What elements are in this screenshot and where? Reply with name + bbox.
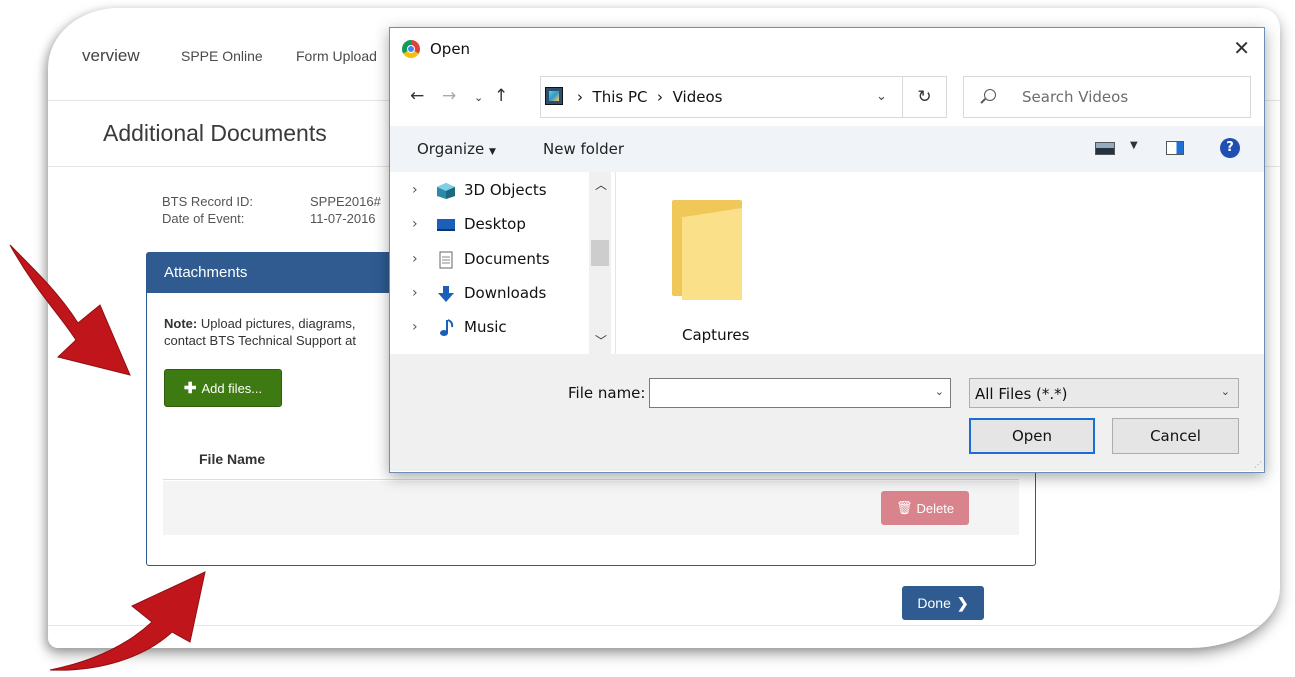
refresh-button[interactable]: ↻: [903, 76, 947, 118]
3d-objects-icon: [437, 183, 455, 199]
folder-front: [682, 208, 742, 300]
back-arrow-icon[interactable]: ←: [410, 86, 424, 106]
chevron-down-icon[interactable]: ⌄: [935, 385, 944, 398]
refresh-icon: ↻: [917, 87, 932, 107]
videos-folder-icon: [545, 87, 563, 105]
chevron-right-icon: ›: [577, 88, 583, 106]
add-files-label: Add files...: [201, 380, 263, 396]
dialog-footer: File name: ⌄ All Files (*.*) ⌄ Open Canc…: [390, 354, 1264, 471]
file-name-input[interactable]: ⌄: [649, 378, 951, 408]
organize-menu[interactable]: Organize ▼: [417, 140, 496, 158]
folder-icon[interactable]: [668, 198, 744, 308]
chrome-icon: [402, 40, 420, 58]
cancel-button[interactable]: Cancel: [1112, 418, 1239, 454]
tree-item-desktop[interactable]: › Desktop: [412, 212, 612, 240]
documents-icon: [439, 251, 453, 269]
divider: [615, 172, 616, 354]
folder-label[interactable]: Captures: [682, 326, 749, 344]
note-line2: contact BTS Technical Support at: [164, 333, 356, 348]
address-path: › This PC › Videos: [577, 88, 722, 106]
chevron-right-icon[interactable]: ›: [412, 319, 418, 335]
date-value: 11-07-2016: [310, 211, 376, 226]
red-arrow-lower-icon: [49, 571, 206, 671]
breadcrumb-this-pc[interactable]: This PC: [593, 88, 648, 106]
chevron-down-icon[interactable]: ﹀: [595, 332, 607, 349]
page-title: Additional Documents: [103, 120, 327, 146]
dialog-title: Open: [430, 40, 471, 58]
address-bar[interactable]: › This PC › Videos ⌄: [540, 76, 903, 118]
tree-item-downloads[interactable]: › Downloads: [412, 281, 612, 309]
date-label: Date of Event:: [162, 211, 245, 226]
search-icon: [984, 89, 996, 101]
tree-item-documents[interactable]: › Documents: [412, 247, 612, 275]
downloads-icon: [438, 286, 454, 302]
organize-label: Organize: [417, 140, 485, 158]
breadcrumb-videos[interactable]: Videos: [673, 88, 723, 106]
music-icon: [440, 319, 454, 336]
note-bold: Note:: [164, 316, 198, 331]
file-name-column-header: File Name: [199, 451, 266, 467]
trash-icon: 🗑: [895, 500, 913, 515]
navigation-pane: › 3D Objects › Desktop › Documents › Dow…: [390, 172, 615, 354]
search-input[interactable]: Search Videos: [963, 76, 1251, 118]
tree-item-label: Documents: [464, 250, 550, 268]
add-files-button[interactable]: ✚ Add files...: [164, 369, 282, 407]
delete-label: Delete: [916, 500, 955, 516]
divider: [48, 625, 1280, 626]
preview-pane-icon[interactable]: [1166, 141, 1184, 155]
file-type-select[interactable]: All Files (*.*) ⌄: [969, 378, 1239, 408]
record-id-label: BTS Record ID:: [162, 194, 254, 209]
forward-arrow-icon[interactable]: →: [442, 86, 456, 106]
upload-note: Note: Upload pictures, diagrams, contact…: [164, 315, 356, 349]
chevron-down-icon: ⌄: [1220, 385, 1230, 398]
done-label: Done: [917, 595, 951, 611]
red-arrow-upper-icon: [9, 244, 131, 376]
nav-overview[interactable]: verview: [82, 46, 140, 66]
open-file-dialog: Open ✕ ← → ⌄ ↑ › This PC › Videos ⌄ ↻ Se…: [389, 27, 1265, 473]
chevron-right-icon[interactable]: ›: [412, 182, 418, 198]
tree-item-label: 3D Objects: [464, 181, 547, 199]
chevron-down-icon[interactable]: ⌄: [876, 89, 887, 104]
nav-sppe-online[interactable]: SPPE Online: [181, 48, 263, 64]
caret-down-icon: ▼: [488, 147, 496, 157]
new-folder-button[interactable]: New folder: [543, 140, 624, 158]
scrollbar-thumb[interactable]: [591, 240, 609, 266]
record-id-value: SPPE2016#: [310, 194, 381, 209]
navigation-scrollbar[interactable]: ︿ ﹀: [589, 172, 611, 354]
close-icon[interactable]: ✕: [1233, 36, 1250, 60]
chevron-right-icon: ›: [657, 88, 664, 106]
change-view-icon[interactable]: [1095, 142, 1115, 155]
caret-down-icon[interactable]: ▼: [1130, 140, 1138, 151]
up-arrow-icon[interactable]: ↑: [494, 86, 508, 106]
tree-item-label: Desktop: [464, 215, 526, 233]
tree-item-3d-objects[interactable]: › 3D Objects: [412, 178, 612, 206]
file-name-label: File name:: [568, 384, 646, 402]
divider: [163, 479, 1019, 480]
tree-item-label: Downloads: [464, 284, 547, 302]
chevron-up-icon[interactable]: ︿: [595, 176, 607, 193]
help-icon[interactable]: ?: [1220, 138, 1240, 158]
chevron-right-icon[interactable]: ›: [412, 216, 418, 232]
delete-button[interactable]: 🗑 Delete: [881, 491, 969, 525]
done-button[interactable]: Done ❯: [902, 586, 984, 620]
note-line1: Upload pictures, diagrams,: [197, 316, 356, 331]
search-placeholder: Search Videos: [1022, 88, 1129, 106]
tree-item-label: Music: [464, 318, 507, 336]
recent-locations-chevron-icon[interactable]: ⌄: [474, 91, 483, 104]
dialog-toolbar: Organize ▼ New folder ▼ ?: [390, 126, 1264, 172]
resize-grip-icon[interactable]: ⋰: [1254, 460, 1262, 469]
plus-icon: ✚: [183, 380, 197, 397]
chevron-right-icon[interactable]: ›: [412, 251, 418, 267]
chevron-right-icon: ❯: [956, 594, 969, 611]
chevron-right-icon[interactable]: ›: [412, 285, 418, 301]
tree-item-music[interactable]: › Music: [412, 315, 612, 343]
desktop-icon: [437, 219, 455, 231]
file-type-value: All Files (*.*): [975, 385, 1068, 403]
nav-form-upload[interactable]: Form Upload: [296, 48, 377, 64]
open-button[interactable]: Open: [969, 418, 1095, 454]
